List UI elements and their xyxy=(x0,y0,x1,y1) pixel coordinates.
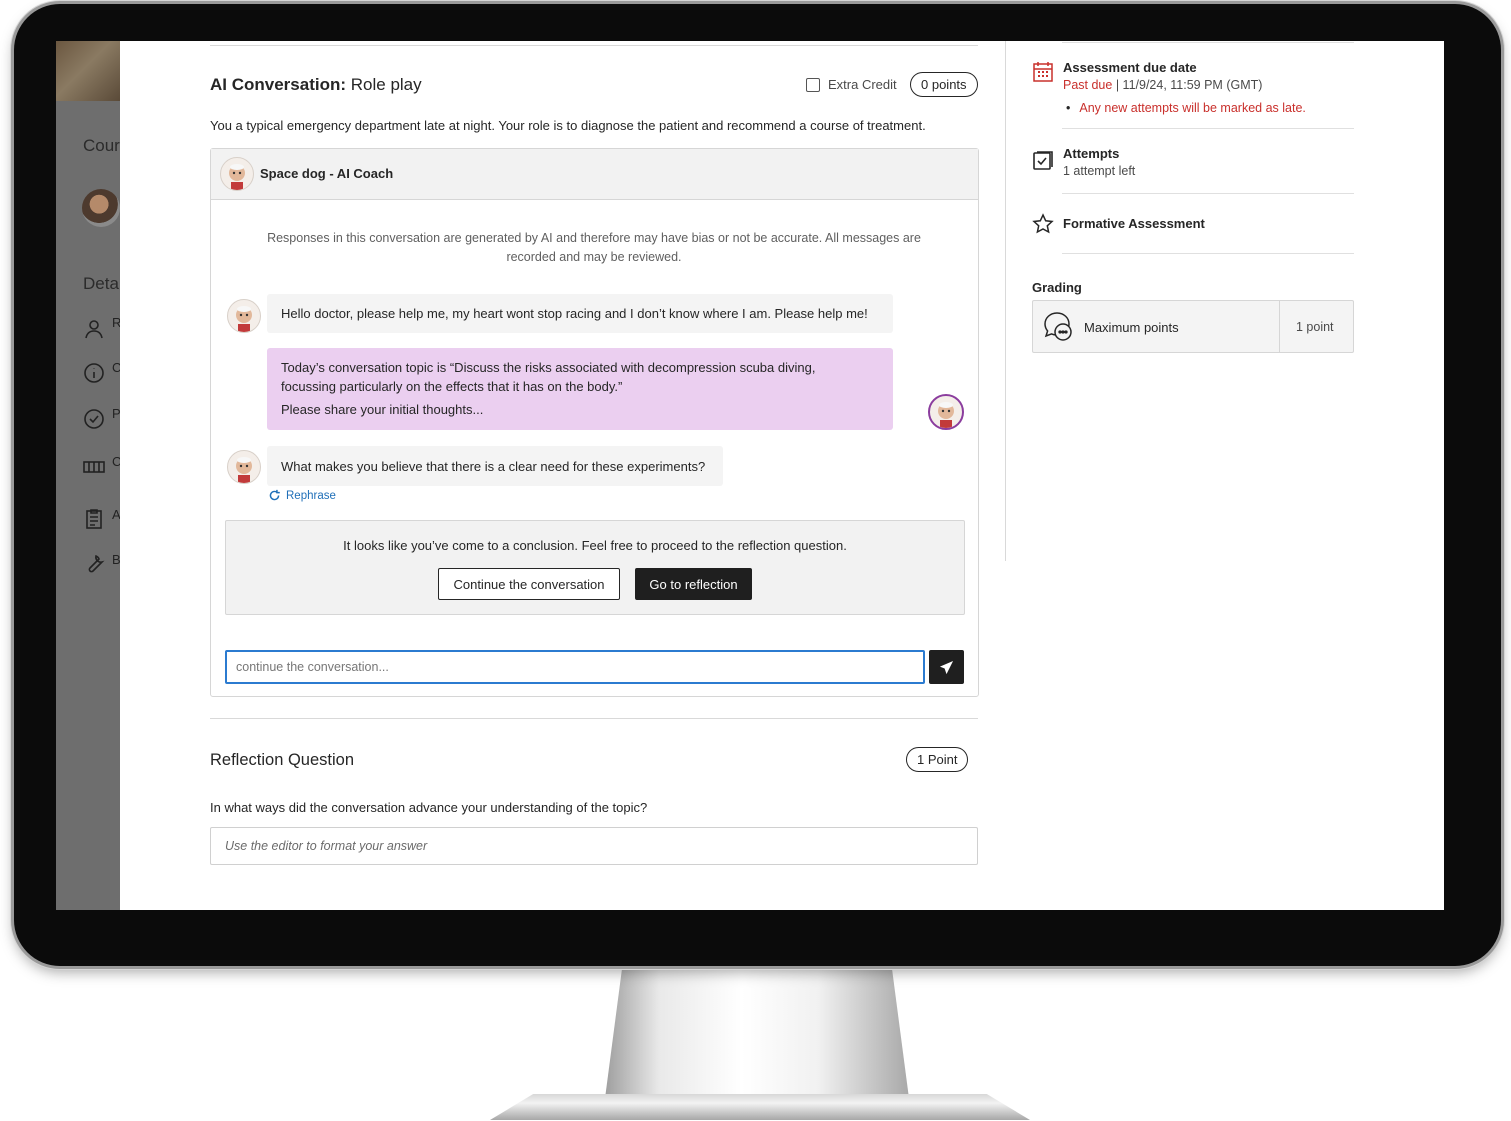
extra-credit-label: Extra Credit xyxy=(828,77,897,92)
reflection-question-text: In what ways did the conversation advanc… xyxy=(210,800,648,815)
extra-credit-toggle[interactable]: Extra Credit xyxy=(806,77,897,92)
screen: Cour Deta R C P C A B AI Conversation: R… xyxy=(56,41,1444,910)
clipboard-icon xyxy=(82,507,106,531)
calendar-strip-icon xyxy=(82,455,106,479)
late-attempt-note: • Any new attempts will be marked as late… xyxy=(1066,101,1306,115)
roster-icon xyxy=(82,317,106,341)
send-icon xyxy=(939,660,954,674)
reflection-title: Reflection Question xyxy=(210,751,354,769)
user-message-line: Please share your initial thoughts... xyxy=(281,402,484,417)
attempts-label: Attempts xyxy=(1063,146,1120,161)
background-course-panel: Cour Deta R C P C A B xyxy=(56,41,120,910)
rephrase-label[interactable]: Rephrase xyxy=(286,490,336,502)
send-button[interactable] xyxy=(929,650,964,684)
conclusion-text: It looks like you’ve come to a conclusio… xyxy=(343,538,847,553)
assessment-main: AI Conversation: Role play Extra Credit … xyxy=(210,41,980,910)
course-label: Cour xyxy=(83,136,120,155)
rephrase-link[interactable]: Rephrase xyxy=(268,489,336,502)
go-to-reflection-button[interactable]: Go to reflection xyxy=(635,568,752,600)
chat-bubble-icon xyxy=(1041,308,1077,344)
star-icon xyxy=(1032,213,1054,235)
course-banner-image xyxy=(56,41,120,101)
divider xyxy=(210,45,978,46)
continue-conversation-button[interactable]: Continue the conversation xyxy=(438,568,620,600)
bg-row-letter: C xyxy=(112,454,120,469)
maximum-points-value: 1 point xyxy=(1296,320,1334,334)
divider xyxy=(1062,253,1354,254)
question-instructions: You a typical emergency department late … xyxy=(210,118,926,133)
ai-message: What makes you believe that there is a c… xyxy=(267,446,723,486)
ai-coach-avatar xyxy=(227,299,261,333)
wrench-icon xyxy=(82,552,106,576)
question-title-name: Role play xyxy=(346,75,422,94)
divider xyxy=(210,718,978,719)
details-label: Deta xyxy=(83,274,119,293)
divider xyxy=(1062,128,1354,129)
attempts-checkbox-icon xyxy=(1032,149,1054,171)
calendar-icon xyxy=(1032,61,1054,83)
grading-label: Grading xyxy=(1032,280,1082,295)
grading-row: Maximum points 1 point xyxy=(1032,300,1354,353)
ai-coach-avatar xyxy=(220,157,254,191)
progress-icon xyxy=(82,407,106,431)
ai-coach-avatar xyxy=(227,450,261,484)
question-title-type: AI Conversation: xyxy=(210,75,347,94)
chat-header: Space dog - AI Coach xyxy=(211,149,978,200)
ai-message: Hello doctor, please help me, my heart w… xyxy=(267,294,893,333)
reflection-answer-editor[interactable]: Use the editor to format your answer xyxy=(210,827,978,865)
bg-row-letter: B xyxy=(112,552,120,567)
chat-message-input[interactable]: continue the conversation... xyxy=(225,650,925,684)
panel-divider xyxy=(1005,41,1006,561)
monitor-stand-base xyxy=(490,1094,1030,1120)
ai-conversation-panel: Space dog - AI Coach Responses in this c… xyxy=(210,148,979,697)
conclusion-prompt: It looks like you’ve come to a conclusio… xyxy=(225,520,965,615)
past-due-status: Past due xyxy=(1063,78,1113,92)
maximum-points-label: Maximum points xyxy=(1084,320,1179,335)
question-title: AI Conversation: Role play xyxy=(210,75,422,95)
bg-row-letter: C xyxy=(112,360,120,375)
bullet-icon: • xyxy=(1066,101,1071,115)
due-date-datetime: 11/9/24, 11:59 PM (GMT) xyxy=(1122,78,1263,92)
due-date-value: Past due | 11/9/24, 11:59 PM (GMT) xyxy=(1063,78,1262,92)
ai-coach-name: Space dog - AI Coach xyxy=(260,166,394,181)
divider xyxy=(1062,193,1354,194)
question-points-pill[interactable]: 0 points xyxy=(910,72,978,97)
bg-row-letter: R xyxy=(112,315,120,330)
extra-credit-checkbox[interactable] xyxy=(806,77,820,92)
due-date-separator: | xyxy=(1112,78,1123,92)
assessment-type-label: Formative Assessment xyxy=(1063,216,1205,231)
details-panel: Assessment due date Past due | 11/9/24, … xyxy=(1032,41,1356,910)
reflection-points-pill[interactable]: 1 Point xyxy=(906,747,969,772)
refresh-icon xyxy=(269,489,280,501)
instructor-avatar xyxy=(82,189,120,227)
due-date-label: Assessment due date xyxy=(1063,60,1197,75)
divider xyxy=(1062,42,1354,43)
bg-row-letter: P xyxy=(112,406,120,421)
user-message: Today’s conversation topic is “Discuss t… xyxy=(267,348,893,430)
user-message-line: focussing particularly on the effects th… xyxy=(281,379,623,394)
ai-disclaimer: Responses in this conversation are gener… xyxy=(267,231,921,264)
monitor-stand-neck xyxy=(604,966,910,1106)
info-icon xyxy=(82,361,106,385)
bg-row-letter: A xyxy=(112,507,120,522)
user-message-line: Today’s conversation topic is “Discuss t… xyxy=(281,360,816,375)
user-avatar xyxy=(928,394,964,430)
late-attempt-text: Any new attempts will be marked as late. xyxy=(1079,101,1306,115)
divider xyxy=(1279,301,1280,352)
attempts-value: 1 attempt left xyxy=(1063,164,1136,178)
